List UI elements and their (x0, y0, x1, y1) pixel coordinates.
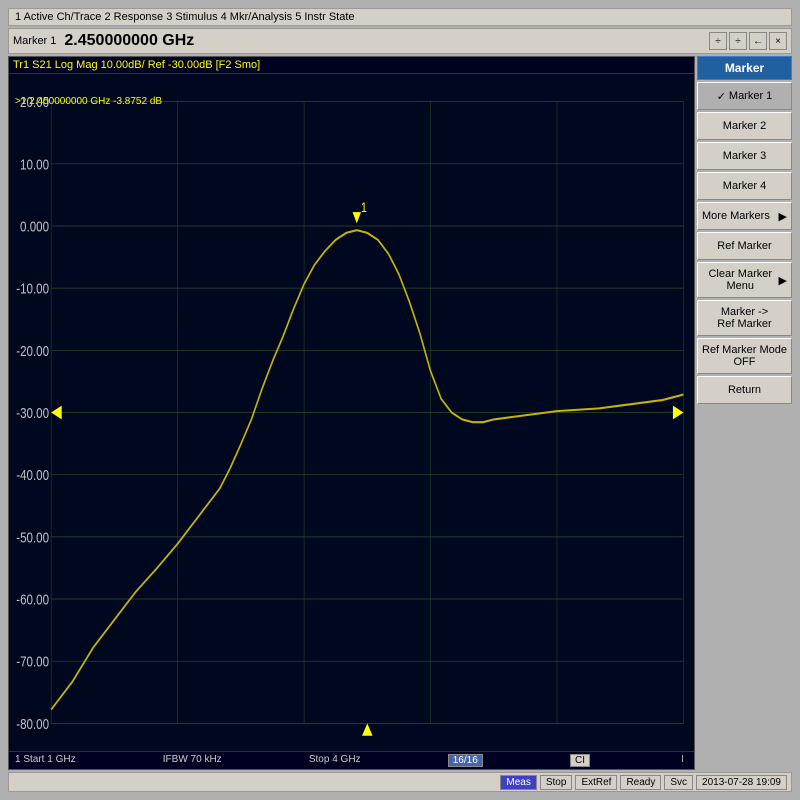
status-left: 1 Start 1 GHz (15, 754, 76, 767)
title-bar: Marker 1 2.450000000 GHz ÷ ÷ ← × (8, 28, 792, 54)
svg-text:-30.00: -30.00 (16, 405, 49, 422)
sidebar-title: Marker (697, 56, 792, 80)
title-btn-down[interactable]: ÷ (729, 32, 747, 50)
title-buttons: ÷ ÷ ← × (709, 32, 787, 50)
svg-text:-10.00: -10.00 (16, 280, 49, 297)
chart-svg: 20.00 10.00 0.000 -10.00 -20.00 -30.00 -… (9, 74, 694, 751)
sidebar-btn-marker1[interactable]: ✓ Marker 1 (697, 82, 792, 110)
sidebar: Marker ✓ Marker 1 Marker 2 Marker 3 Mark… (697, 56, 792, 770)
marker2-label: Marker 2 (723, 120, 766, 132)
check-icon: ✓ (717, 90, 726, 103)
svg-text:-80.00: -80.00 (16, 715, 49, 732)
badge-stop: Stop (540, 775, 573, 790)
badge-ci: CI (570, 754, 590, 767)
badge-svc: Svc (664, 775, 693, 790)
bottom-status-bar: Meas Stop ExtRef Ready Svc 2013-07-28 19… (8, 772, 792, 792)
sidebar-btn-more-markers[interactable]: More Markers ▶ (697, 202, 792, 230)
badge-extref: ExtRef (575, 775, 617, 790)
chart-area: Tr1 S21 Log Mag 10.00dB/ Ref -30.00dB [F… (8, 56, 695, 770)
badge-16-16: 16/16 (448, 754, 483, 767)
menu-bar-label: 1 Active Ch/Trace 2 Response 3 Stimulus … (15, 11, 355, 23)
main-window: 1 Active Ch/Trace 2 Response 3 Stimulus … (0, 0, 800, 800)
marker-readout: >1 2.450000000 GHz -3.8752 dB (15, 96, 162, 107)
status-right: Stop 4 GHz (309, 754, 361, 767)
svg-text:-50.00: -50.00 (16, 529, 49, 546)
badge-ready: Ready (620, 775, 661, 790)
svg-text:1: 1 (361, 200, 367, 216)
menu-bar[interactable]: 1 Active Ch/Trace 2 Response 3 Stimulus … (8, 8, 792, 26)
svg-text:10.00: 10.00 (20, 156, 49, 173)
clear-marker-label: Clear Marker Menu (702, 268, 779, 292)
sidebar-btn-marker-ref[interactable]: Marker ->Ref Marker (697, 300, 792, 336)
badge-extra: I (677, 754, 688, 767)
svg-text:-40.00: -40.00 (16, 467, 49, 484)
sidebar-btn-marker4[interactable]: Marker 4 (697, 172, 792, 200)
badge-time: 2013-07-28 19:09 (696, 775, 787, 790)
title-btn-up[interactable]: ÷ (709, 32, 727, 50)
more-markers-label: More Markers (702, 210, 770, 222)
badge-meas: Meas (500, 775, 536, 790)
marker-ref-label: Marker ->Ref Marker (717, 306, 771, 330)
chart-status-bar: 1 Start 1 GHz IFBW 70 kHz Stop 4 GHz 16/… (9, 751, 694, 769)
sidebar-btn-ref-marker[interactable]: Ref Marker (697, 232, 792, 260)
title-btn-back[interactable]: ← (749, 32, 767, 50)
sidebar-btn-clear-marker[interactable]: Clear Marker Menu ▶ (697, 262, 792, 298)
main-content: Tr1 S21 Log Mag 10.00dB/ Ref -30.00dB [F… (8, 56, 792, 770)
marker4-label: Marker 4 (723, 180, 766, 192)
svg-text:-20.00: -20.00 (16, 342, 49, 359)
title-btn-close[interactable]: × (769, 32, 787, 50)
ref-marker-label: Ref Marker (717, 240, 771, 252)
sidebar-btn-marker3[interactable]: Marker 3 (697, 142, 792, 170)
marker3-label: Marker 3 (723, 150, 766, 162)
chart-header-text: Tr1 S21 Log Mag 10.00dB/ Ref -30.00dB [F… (13, 59, 260, 71)
svg-text:-70.00: -70.00 (16, 653, 49, 670)
sidebar-btn-marker2[interactable]: Marker 2 (697, 112, 792, 140)
chart-body[interactable]: >1 2.450000000 GHz -3.8752 dB (9, 74, 694, 751)
sidebar-btn-ref-mode[interactable]: Ref Marker ModeOFF (697, 338, 792, 374)
svg-text:-60.00: -60.00 (16, 591, 49, 608)
svg-text:0.000: 0.000 (20, 218, 49, 235)
title-label: Marker 1 (13, 35, 56, 47)
chart-header: Tr1 S21 Log Mag 10.00dB/ Ref -30.00dB [F… (9, 57, 694, 74)
title-value: 2.450000000 GHz (64, 32, 709, 50)
sidebar-btn-return[interactable]: Return (697, 376, 792, 404)
return-label: Return (728, 384, 761, 396)
arrow-right-icon: ▶ (779, 210, 787, 223)
marker1-label: Marker 1 (729, 90, 772, 102)
arrow-right-icon2: ▶ (779, 274, 787, 287)
ref-mode-label: Ref Marker ModeOFF (702, 344, 787, 368)
status-center: IFBW 70 kHz (163, 754, 222, 767)
